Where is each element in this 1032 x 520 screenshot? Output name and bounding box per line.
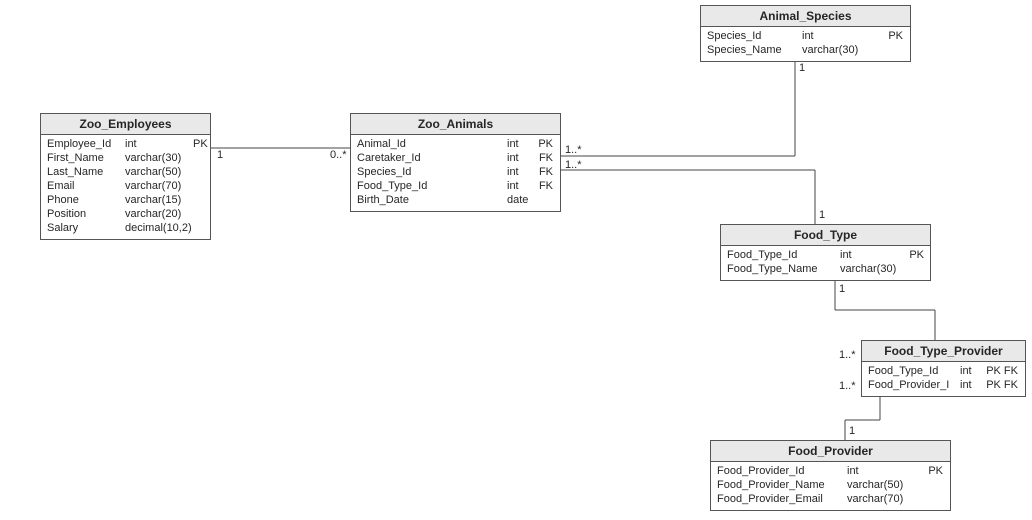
entity-header: Food_Type bbox=[721, 225, 930, 246]
attr-row: Species_Namevarchar(30) bbox=[707, 43, 904, 57]
entity-body: Species_IdintPK Species_Namevarchar(30) bbox=[701, 27, 910, 61]
attr-row: Food_Type_Namevarchar(30) bbox=[727, 262, 924, 276]
entity-header: Food_Provider bbox=[711, 441, 950, 462]
attr-row: Species_IdintPK bbox=[707, 29, 904, 43]
mult-label: 1..* bbox=[839, 349, 856, 361]
mult-label: 1..* bbox=[565, 159, 582, 171]
entity-body: Employee_IdintPK First_Namevarchar(30) L… bbox=[41, 135, 210, 239]
attr-row: Salarydecimal(10,2) bbox=[47, 221, 204, 235]
entity-animal-species: Animal_Species Species_IdintPK Species_N… bbox=[700, 5, 911, 62]
attr-row: Food_Provider_IdintPK bbox=[717, 464, 944, 478]
attr-row: Emailvarchar(70) bbox=[47, 179, 204, 193]
entity-body: Animal_IdintPK Caretaker_IdintFK Species… bbox=[351, 135, 560, 211]
attr-row: Food_Type_IdintPK FK bbox=[868, 364, 1019, 378]
entity-body: Food_Type_IdintPK FK Food_Provider_IintP… bbox=[862, 362, 1025, 396]
attr-row: Food_Type_IdintFK bbox=[357, 179, 554, 193]
entity-food-provider: Food_Provider Food_Provider_IdintPK Food… bbox=[710, 440, 951, 511]
mult-label: 1 bbox=[819, 209, 825, 221]
entity-body: Food_Provider_IdintPK Food_Provider_Name… bbox=[711, 462, 950, 510]
entity-body: Food_Type_IdintPK Food_Type_Namevarchar(… bbox=[721, 246, 930, 280]
entity-header: Zoo_Employees bbox=[41, 114, 210, 135]
attr-row: Caretaker_IdintFK bbox=[357, 151, 554, 165]
attr-row: Employee_IdintPK bbox=[47, 137, 204, 151]
mult-label: 1 bbox=[839, 283, 845, 295]
attr-row: Food_Provider_IintPK FK bbox=[868, 378, 1019, 392]
attr-row: Food_Type_IdintPK bbox=[727, 248, 924, 262]
attr-row: Last_Namevarchar(50) bbox=[47, 165, 204, 179]
mult-label: 1 bbox=[799, 62, 805, 74]
entity-zoo-animals: Zoo_Animals Animal_IdintPK Caretaker_Idi… bbox=[350, 113, 561, 212]
mult-label: 1 bbox=[217, 149, 223, 161]
attr-row: Food_Provider_Namevarchar(50) bbox=[717, 478, 944, 492]
attr-row: Food_Provider_Emailvarchar(70) bbox=[717, 492, 944, 506]
entity-header: Zoo_Animals bbox=[351, 114, 560, 135]
attr-row: Species_IdintFK bbox=[357, 165, 554, 179]
attr-row: First_Namevarchar(30) bbox=[47, 151, 204, 165]
mult-label: 0..* bbox=[330, 149, 347, 161]
entity-food-type-provider: Food_Type_Provider Food_Type_IdintPK FK … bbox=[861, 340, 1026, 397]
entity-header: Food_Type_Provider bbox=[862, 341, 1025, 362]
attr-row: Birth_Datedate bbox=[357, 193, 554, 207]
entity-food-type: Food_Type Food_Type_IdintPK Food_Type_Na… bbox=[720, 224, 931, 281]
mult-label: 1..* bbox=[565, 144, 582, 156]
mult-label: 1 bbox=[849, 425, 855, 437]
entity-zoo-employees: Zoo_Employees Employee_IdintPK First_Nam… bbox=[40, 113, 211, 240]
attr-row: Animal_IdintPK bbox=[357, 137, 554, 151]
mult-label: 1..* bbox=[839, 380, 856, 392]
attr-row: Phonevarchar(15) bbox=[47, 193, 204, 207]
attr-row: Positionvarchar(20) bbox=[47, 207, 204, 221]
entity-header: Animal_Species bbox=[701, 6, 910, 27]
